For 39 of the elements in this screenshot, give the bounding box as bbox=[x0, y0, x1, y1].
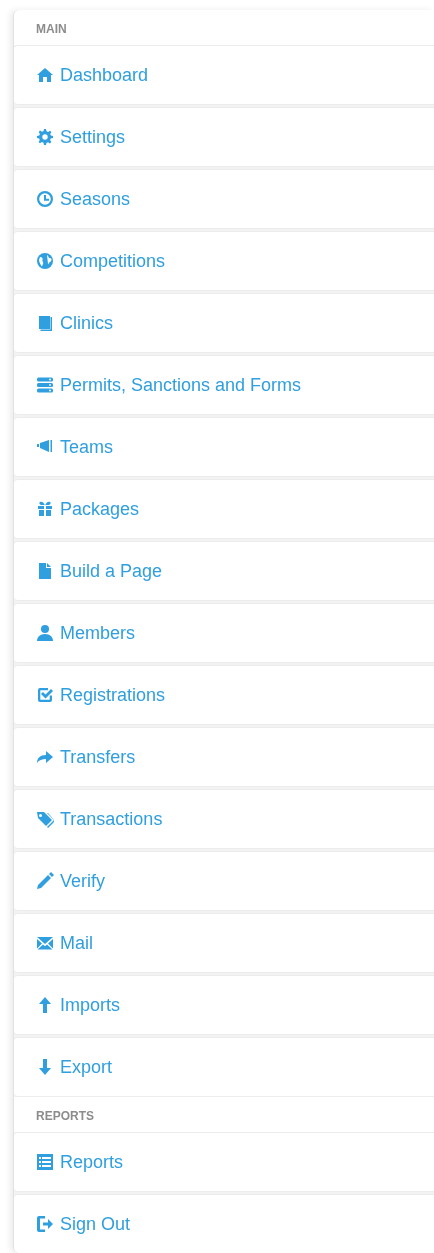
envelope-icon bbox=[36, 934, 54, 952]
globe-icon bbox=[36, 252, 54, 270]
document-icon bbox=[36, 562, 54, 580]
user-icon bbox=[36, 624, 54, 642]
nav-item[interactable]: Transfers bbox=[14, 727, 434, 787]
section-heading: REPORTS bbox=[36, 1109, 94, 1123]
nav-item[interactable]: Reports bbox=[14, 1132, 434, 1192]
nav-item[interactable]: Registrations bbox=[14, 665, 434, 725]
sign-out-icon bbox=[36, 1215, 54, 1233]
nav-item[interactable]: Members bbox=[14, 603, 434, 663]
pencil-icon bbox=[36, 872, 54, 890]
nav-item[interactable]: Clinics bbox=[14, 293, 434, 353]
checkbox-icon bbox=[36, 686, 54, 704]
nav-item[interactable]: Export bbox=[14, 1037, 434, 1097]
arrow-icon bbox=[36, 748, 54, 766]
nav-item[interactable]: Imports bbox=[14, 975, 434, 1035]
home-icon bbox=[36, 66, 54, 84]
nav-item[interactable]: Competitions bbox=[14, 231, 434, 291]
nav-item[interactable]: Sign Out bbox=[14, 1194, 434, 1253]
up-arrow-icon bbox=[36, 996, 54, 1014]
settings-icon bbox=[36, 128, 54, 146]
nav-item[interactable]: Seasons bbox=[14, 169, 434, 229]
section-heading: MAIN bbox=[36, 22, 67, 36]
nav-item[interactable]: Settings bbox=[14, 107, 434, 167]
nav-item[interactable]: Transactions bbox=[14, 789, 434, 849]
down-arrow-icon bbox=[36, 1058, 54, 1076]
nav-item[interactable]: Dashboard bbox=[14, 45, 434, 105]
nav-item[interactable]: Build a Page bbox=[14, 541, 434, 601]
tags-icon bbox=[36, 810, 54, 828]
nav-item[interactable]: Packages bbox=[14, 479, 434, 539]
nav-item[interactable]: Verify bbox=[14, 851, 434, 911]
book-icon bbox=[36, 314, 54, 332]
list-icon bbox=[36, 1153, 54, 1171]
gift-icon bbox=[36, 500, 54, 518]
nav-item[interactable]: Teams bbox=[14, 417, 434, 477]
server-icon bbox=[36, 376, 54, 394]
nav-item[interactable]: Permits, Sanctions and Forms bbox=[14, 355, 434, 415]
nav-item[interactable]: Mail bbox=[14, 913, 434, 973]
clock-icon bbox=[36, 190, 54, 208]
